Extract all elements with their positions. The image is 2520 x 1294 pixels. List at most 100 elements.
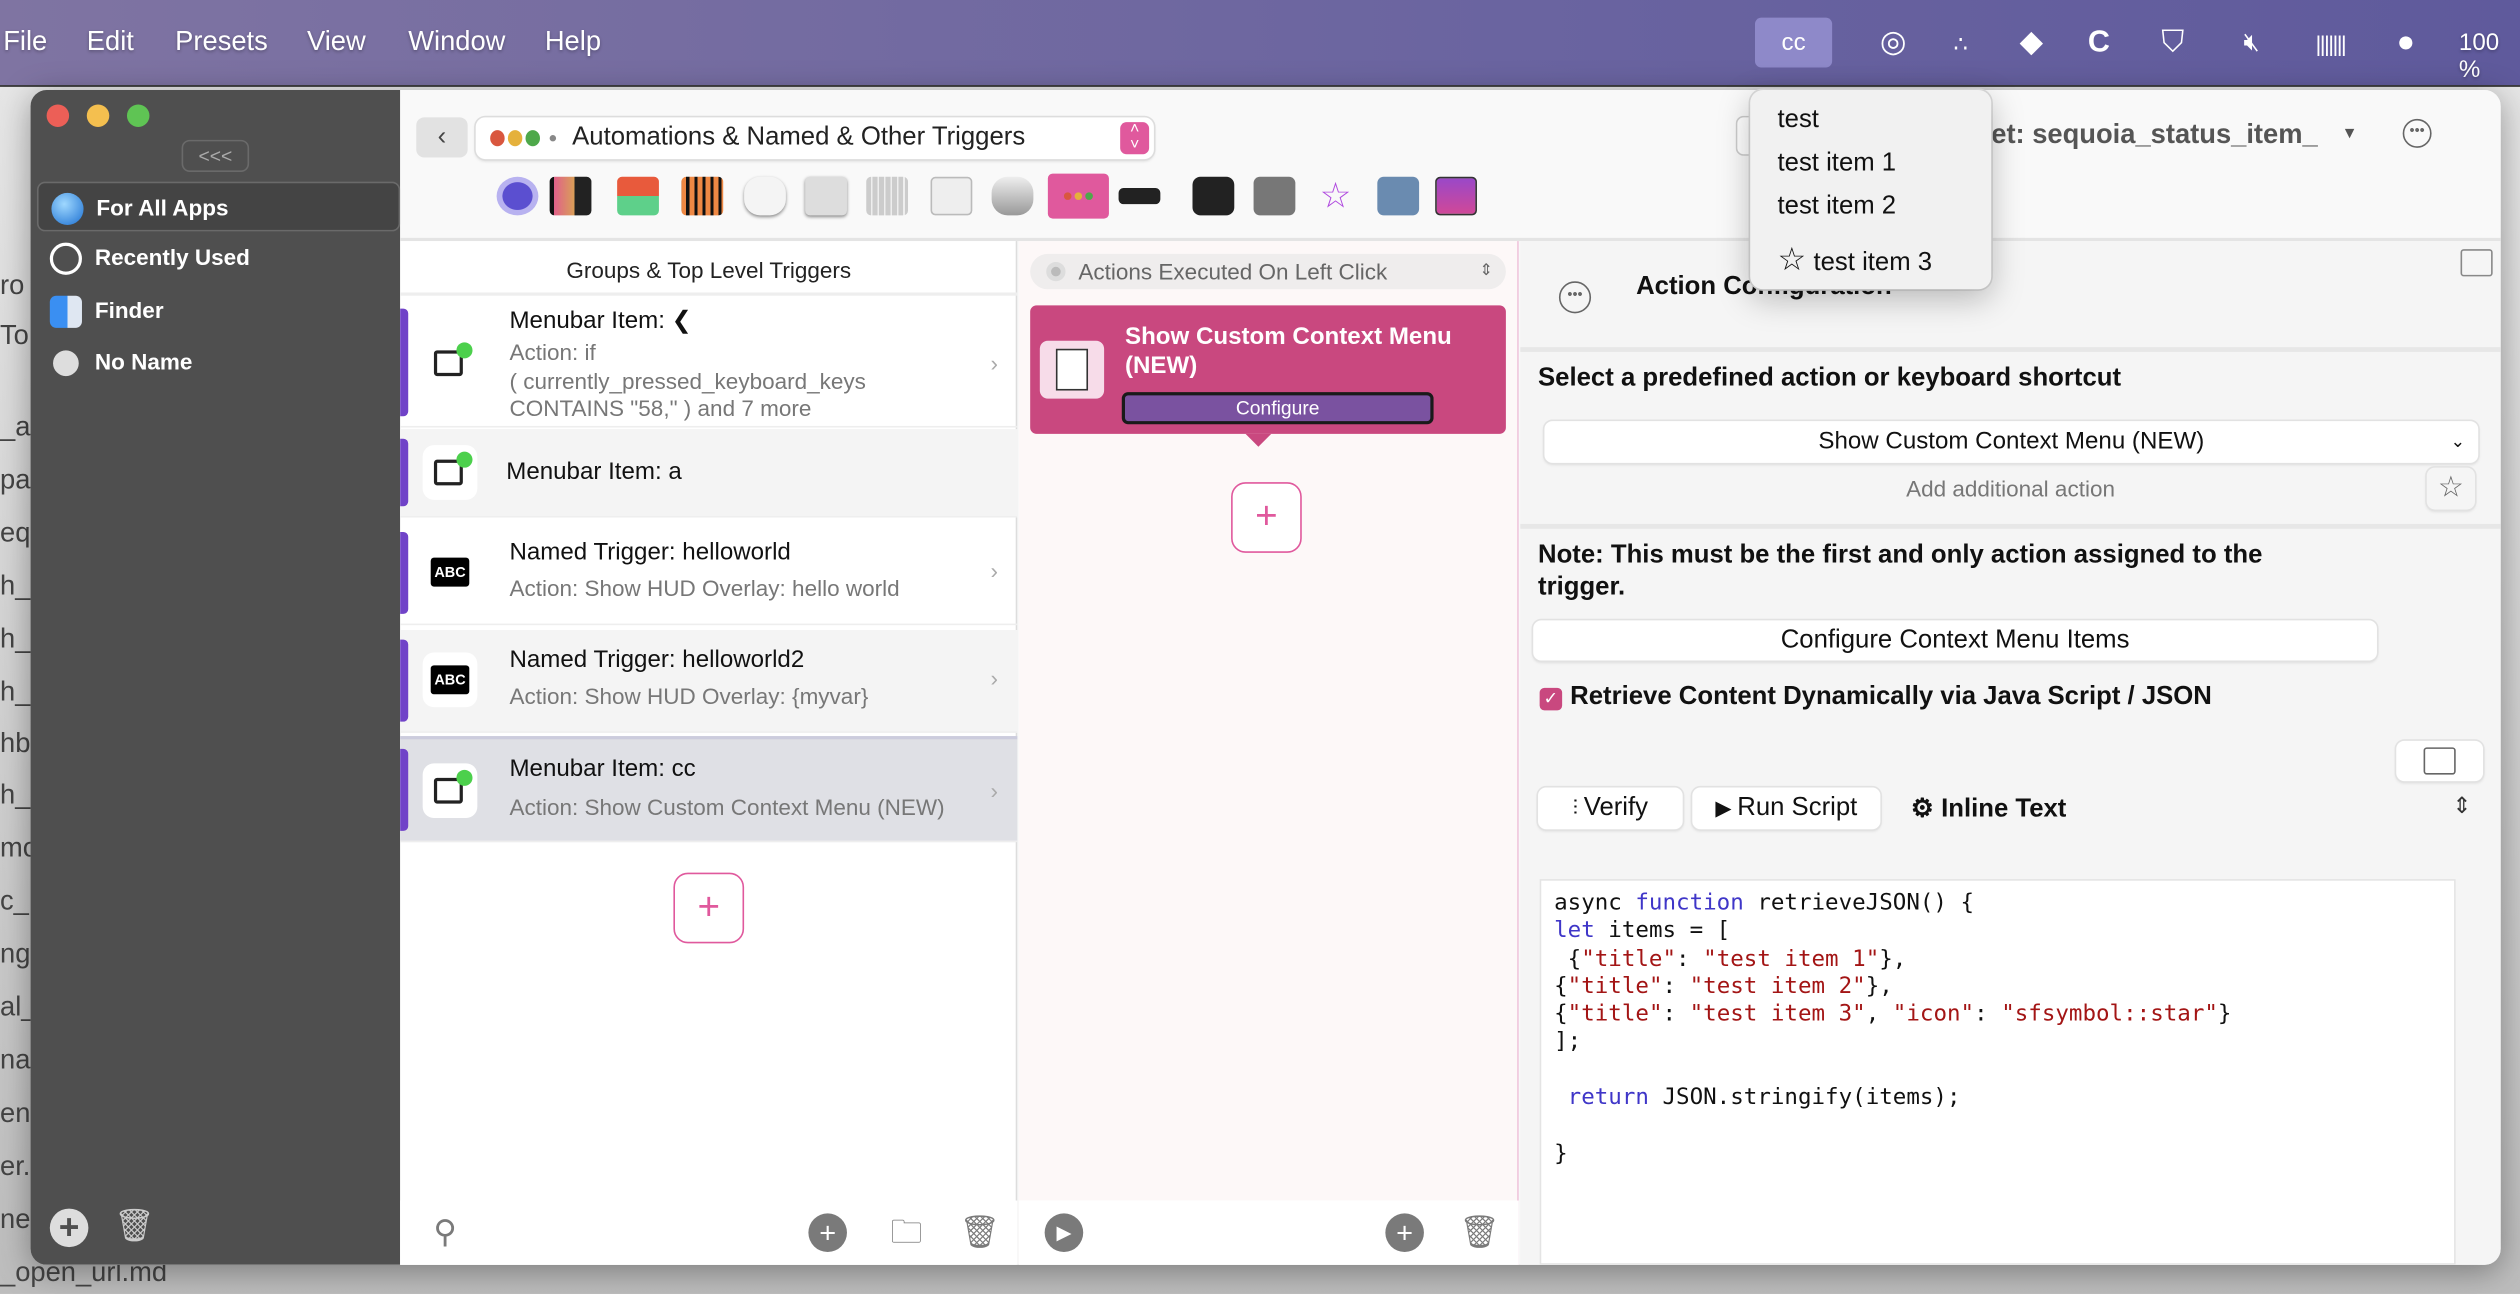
- configure-button[interactable]: Configure: [1121, 392, 1434, 425]
- code-line: let items = [: [1554, 918, 2441, 946]
- trash-icon[interactable]: 🗑︎: [959, 1213, 1000, 1252]
- menu-help[interactable]: Help: [545, 26, 601, 58]
- code-line: return JSON.stringify(items);: [1554, 1085, 2441, 1113]
- floating-menu-icon[interactable]: [1435, 176, 1477, 216]
- actions-list: Actions Executed On Left Click ⇕ Show Cu…: [1018, 241, 1519, 1265]
- macbook-touchbar-icon[interactable]: [549, 176, 592, 216]
- c-logo-icon[interactable]: C: [2080, 24, 2119, 63]
- minimize-button[interactable]: [86, 104, 110, 127]
- menubar-item-icon: [422, 763, 478, 819]
- dots-icon[interactable]: ∴: [1941, 24, 1980, 63]
- context-menu-item[interactable]: test: [1777, 106, 1818, 135]
- code-line: {"title": "test item 3", "icon": "sfsymb…: [1554, 1002, 2441, 1030]
- drawings-icon[interactable]: ☆: [1315, 176, 1357, 216]
- radio-icon: [1046, 261, 1066, 282]
- back-button[interactable]: ‹: [416, 117, 468, 158]
- window-icon: [2423, 747, 2456, 775]
- battery-percent[interactable]: 100 %: [2459, 29, 2520, 84]
- trackpad-icon[interactable]: [805, 176, 847, 216]
- favorite-star-button[interactable]: ☆: [2426, 467, 2475, 510]
- notch-icon[interactable]: [1192, 176, 1235, 216]
- script-source-selector[interactable]: ⚙ Inline Text: [1911, 792, 2066, 824]
- mouse-icon[interactable]: [991, 176, 1034, 216]
- search-icon[interactable]: ⚲: [426, 1213, 465, 1252]
- equalizer-icon[interactable]: |||||||: [2305, 24, 2356, 63]
- configure-context-menu-items-button[interactable]: Configure Context Menu Items: [1533, 620, 2377, 661]
- trigger-subtitle: Action: Show HUD Overlay: {myvar}: [509, 683, 869, 709]
- trigger-row[interactable]: ABC Named Trigger: helloworld2 Action: S…: [400, 629, 1018, 733]
- magic-mouse-icon[interactable]: [744, 176, 786, 216]
- keypad-icon[interactable]: [681, 176, 724, 216]
- trigger-group-selector[interactable]: Automations & Named & Other Triggers ˄ ˅: [475, 117, 1154, 160]
- fingerprint-lock-icon[interactable]: ◎: [1874, 24, 1913, 63]
- verify-button[interactable]: ⫶ Verify: [1538, 787, 1683, 830]
- abc-icon: ABC: [423, 545, 478, 600]
- background-text-fragment: hb: [0, 728, 31, 759]
- zoom-button[interactable]: [126, 104, 150, 127]
- mute-icon[interactable]: 🔇︎: [2232, 24, 2271, 63]
- keyboard-icon[interactable]: [866, 176, 909, 216]
- stepper-icon[interactable]: ⇕: [2452, 792, 2471, 819]
- code-token: async: [1554, 890, 1636, 917]
- open-editor-window-button[interactable]: [2396, 740, 2484, 782]
- trash-icon[interactable]: 🗑︎: [1459, 1213, 1500, 1252]
- trigger-row[interactable]: ABC Named Trigger: helloworld Action: Sh…: [400, 522, 1018, 626]
- sidebar-item-for-all-apps[interactable]: For All Apps: [36, 181, 401, 232]
- sidebar-item-no-name[interactable]: No Name: [37, 337, 400, 387]
- menu-window[interactable]: Window: [408, 26, 505, 58]
- chat-bubble-icon[interactable]: ●: [2387, 24, 2426, 63]
- retrieve-dynamic-checkbox[interactable]: ✓: [1539, 687, 1563, 711]
- code-token: }: [1554, 1140, 1568, 1167]
- window-icon[interactable]: [2460, 249, 2493, 277]
- remote-icon[interactable]: [1377, 176, 1420, 216]
- sidebar-item-finder[interactable]: Finder: [37, 286, 400, 336]
- trigger-row-selected[interactable]: Menubar Item: cc Action: Show Custom Con…: [400, 736, 1018, 843]
- chevron-down-icon: ▼: [2341, 125, 2358, 144]
- gesture-keys-icon[interactable]: [930, 176, 973, 216]
- more-options-icon[interactable]: •••: [2402, 118, 2432, 148]
- layers-icon[interactable]: ◆: [2012, 24, 2051, 63]
- trigger-row[interactable]: Menubar Item: ❮ Action: if ( currently_p…: [400, 299, 1018, 428]
- status-item-cc[interactable]: cc: [1754, 17, 1833, 68]
- add-icon[interactable]: +: [1385, 1213, 1424, 1252]
- preset-selector-label[interactable]: et: sequoia_status_item_: [1991, 119, 2317, 151]
- sidebar-item-recently-used[interactable]: Recently Used: [37, 233, 400, 283]
- code-token: "title": [1581, 945, 1677, 972]
- menu-view[interactable]: View: [307, 26, 366, 58]
- siri-remote-icon[interactable]: [1118, 188, 1161, 205]
- action-card[interactable]: Show Custom Context Menu (NEW) Configure: [1030, 305, 1506, 447]
- add-app-button[interactable]: +: [49, 1208, 89, 1248]
- code-token: "title": [1567, 973, 1663, 1000]
- code-token: "test item 3": [1689, 1001, 1866, 1028]
- action-event-selector[interactable]: Actions Executed On Left Click ⇕: [1030, 253, 1506, 290]
- menu-file[interactable]: File: [3, 26, 47, 58]
- more-options-icon[interactable]: •••: [1558, 281, 1592, 314]
- action-event-label: Actions Executed On Left Click: [1078, 258, 1388, 285]
- automations-icon[interactable]: ●●●: [1047, 173, 1109, 219]
- add-additional-action-link[interactable]: Add additional action: [1520, 476, 2500, 502]
- midi-icon[interactable]: [1253, 176, 1296, 216]
- collapse-sidebar-button[interactable]: <<<: [181, 139, 250, 172]
- context-menu-item[interactable]: test item 2: [1777, 193, 1896, 222]
- action-title: Show Custom Context Menu (NEW): [1124, 323, 1452, 380]
- shield-icon[interactable]: ⛉: [2154, 24, 2193, 63]
- new-folder-icon[interactable]: 🗀︎: [887, 1213, 926, 1252]
- run-script-button[interactable]: ▶ Run Script: [1692, 787, 1881, 830]
- trigger-row[interactable]: Menubar Item: a: [400, 429, 1018, 518]
- script-editor[interactable]: async function retrieveJSON() {let items…: [1539, 879, 2456, 1265]
- menu-presets[interactable]: Presets: [175, 26, 268, 58]
- add-trigger-button[interactable]: +: [673, 872, 745, 944]
- close-button[interactable]: [46, 104, 70, 127]
- context-menu-item[interactable]: ☆ test item 3: [1777, 239, 1932, 279]
- add-icon[interactable]: +: [808, 1213, 847, 1252]
- touch-bar-icon[interactable]: [496, 176, 539, 216]
- stream-deck-icon[interactable]: [617, 176, 659, 216]
- background-text-fragment: h_: [0, 676, 31, 708]
- add-action-button[interactable]: +: [1231, 482, 1302, 553]
- play-icon[interactable]: ▶: [1044, 1213, 1084, 1252]
- context-menu-item[interactable]: test item 1: [1777, 149, 1896, 178]
- delete-app-button[interactable]: 🗑︎: [114, 1205, 155, 1247]
- code-token: {: [1554, 1001, 1568, 1028]
- action-dropdown[interactable]: Show Custom Context Menu (NEW) ⌄: [1544, 421, 2479, 463]
- menu-edit[interactable]: Edit: [87, 26, 134, 58]
